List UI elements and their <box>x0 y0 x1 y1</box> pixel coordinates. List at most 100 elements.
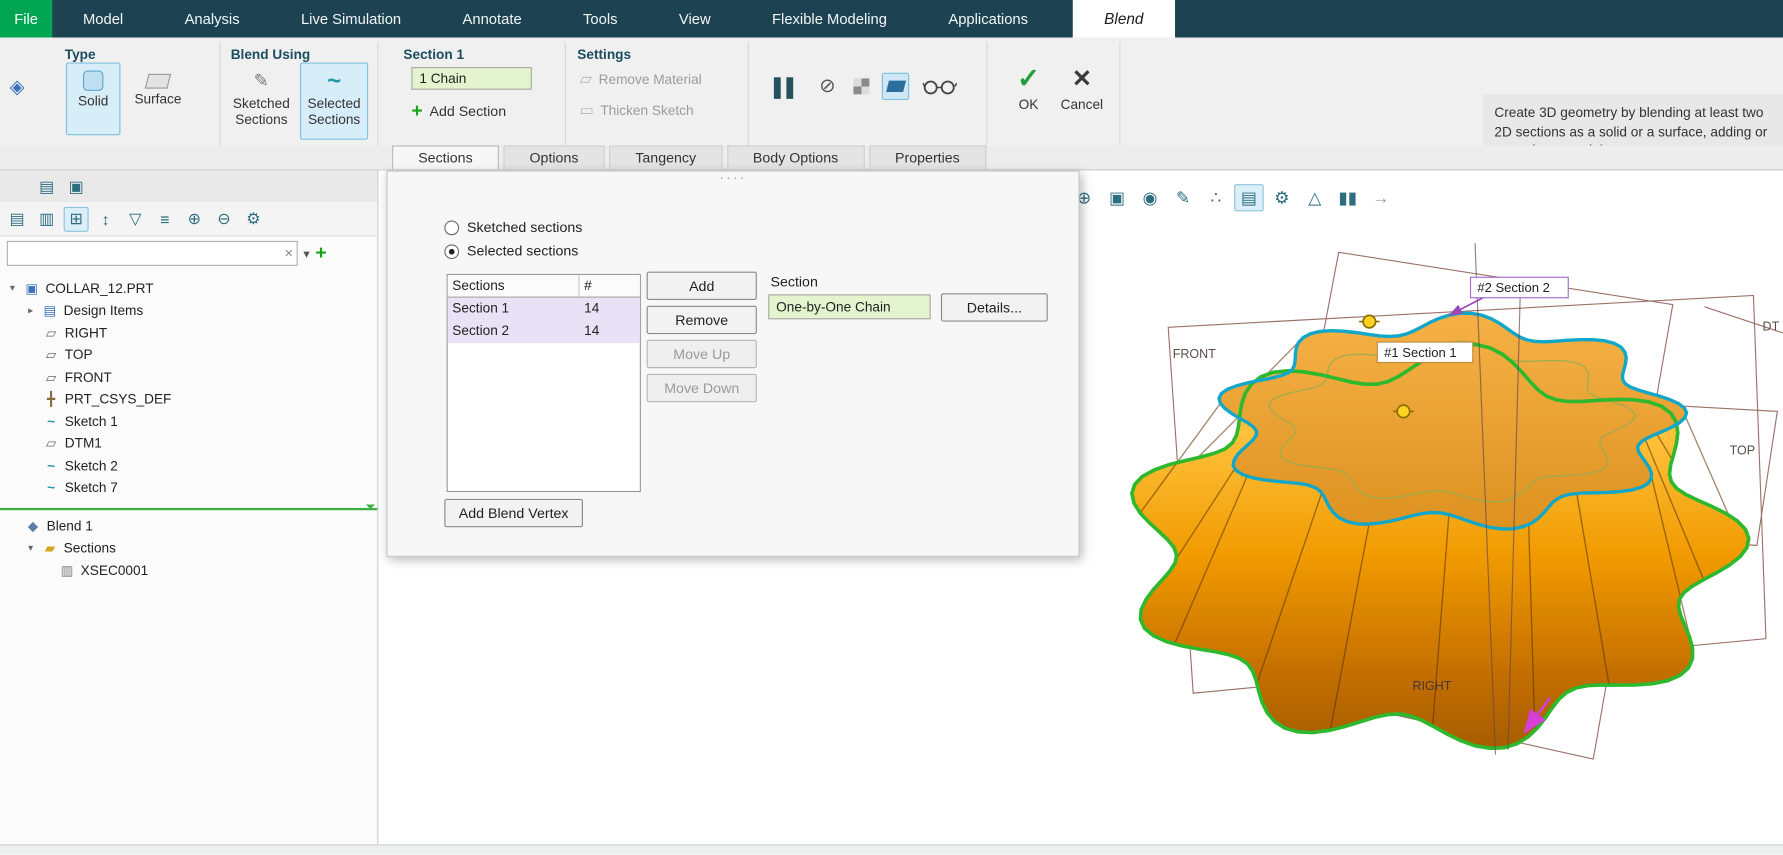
pause-button[interactable] <box>764 69 803 105</box>
section2-start-handle[interactable] <box>1362 314 1377 329</box>
sections-table-header: Sections # <box>447 275 640 298</box>
add-blend-vertex-button[interactable]: Add Blend Vertex <box>444 498 583 528</box>
tree-item-front-plane[interactable]: ▱ FRONT <box>0 366 377 388</box>
tab-options[interactable]: Options <box>503 145 605 170</box>
tree-search-input[interactable] <box>6 240 298 266</box>
sketch-icon: ~ <box>47 413 56 430</box>
tab-properties[interactable]: Properties <box>868 145 986 170</box>
top-plane-label: TOP <box>1730 444 1755 458</box>
sections-table[interactable]: Sections # Section 1 14 Section 2 14 <box>446 273 641 493</box>
capture-icon[interactable]: ▣ <box>1102 184 1132 211</box>
tree-detail-icon[interactable]: ▥ <box>34 206 59 231</box>
tree-item-top-plane[interactable]: ▱ TOP <box>0 344 377 366</box>
navigator-tabs: ▤ ▣ <box>0 170 378 203</box>
tree-layers-icon[interactable]: ≡ <box>152 206 177 231</box>
section2-tag-text: #2 Section 2 <box>1477 280 1550 295</box>
sections-panel[interactable]: ···· Sketched sections Selected sections… <box>386 170 1080 557</box>
chain-collector-field[interactable]: 1 Chain <box>411 67 532 90</box>
section1-start-handle[interactable] <box>1396 404 1411 419</box>
pause-graphics-icon[interactable]: ▮▮ <box>1333 184 1363 211</box>
tree-item-sketch1[interactable]: ~ Sketch 1 <box>0 410 377 432</box>
type-group-label: Type <box>64 46 96 63</box>
search-add-icon[interactable]: + <box>315 242 326 265</box>
table-row-section1[interactable]: Section 1 14 <box>447 297 640 321</box>
remove-button[interactable]: Remove <box>646 305 757 335</box>
tree-sort-icon[interactable]: ↕ <box>93 206 118 231</box>
surface-button[interactable]: Surface <box>127 63 188 136</box>
sketch-display-icon[interactable]: ✎ <box>1168 184 1198 211</box>
notification-icon[interactable]: △ <box>1300 184 1330 211</box>
tab-body-options[interactable]: Body Options <box>726 145 865 170</box>
tree-item-design-items[interactable]: ▸ ▤ Design Items <box>0 299 377 321</box>
no-preview-icon[interactable]: ⊘ <box>814 73 841 100</box>
add-button[interactable]: Add <box>646 271 757 301</box>
blend-ribbon: ◈ Type Solid Surface Blend Using ✎ Sketc… <box>0 37 1783 195</box>
tree-expand-icon[interactable]: ⊕ <box>182 206 207 231</box>
sketched-sections-radio[interactable]: Sketched sections <box>444 219 582 235</box>
attached-preview-icon[interactable] <box>881 72 910 101</box>
search-clear-icon[interactable]: × <box>285 244 294 261</box>
folder-browser-tab-icon[interactable]: ▣ <box>64 174 89 199</box>
selected-sections-button[interactable]: ~ Selected Sections <box>300 62 369 140</box>
file-menu-button[interactable]: File <box>0 0 53 38</box>
tab-blend-active[interactable]: Blend <box>1072 0 1176 38</box>
tree-item-sketch2[interactable]: ~ Sketch 2 <box>0 455 377 477</box>
dtm-plane-label: DT <box>1763 320 1780 334</box>
ok-button[interactable]: ✓ OK <box>1005 63 1053 112</box>
tab-sections[interactable]: Sections <box>392 145 499 170</box>
resume-icon[interactable]: → <box>1366 184 1396 211</box>
move-down-button[interactable]: Move Down <box>646 373 757 403</box>
tab-tools[interactable]: Tools <box>552 0 648 38</box>
mesh-preview-icon[interactable] <box>848 73 875 100</box>
tab-analysis[interactable]: Analysis <box>154 0 270 38</box>
tab-flexible-modeling[interactable]: Flexible Modeling <box>741 0 917 38</box>
tree-item-csys[interactable]: ╋ PRT_CSYS_DEF <box>0 388 377 410</box>
model-tree-tab-icon[interactable]: ▤ <box>34 174 59 199</box>
remove-material-toggle[interactable]: ▱ Remove Material <box>580 69 702 88</box>
details-button[interactable]: Details... <box>940 293 1048 322</box>
settings-group-label: Settings <box>577 46 632 63</box>
datum-display-icon[interactable]: ∴ <box>1201 184 1231 211</box>
solid-button[interactable]: Solid <box>65 62 121 136</box>
tree-item-part[interactable]: ▾ ▣ COLLAR_12.PRT <box>0 277 377 299</box>
dashboard-tabstrip: Sections Options Tangency Body Options P… <box>0 145 1783 171</box>
folder-icon: ▰ <box>44 540 56 556</box>
tab-model[interactable]: Model <box>52 0 154 38</box>
sketched-sections-button[interactable]: ✎ Sketched Sections <box>226 63 296 140</box>
tree-item-sketch7[interactable]: ~ Sketch 7 <box>0 477 377 499</box>
glasses-preview-icon[interactable] <box>920 73 959 100</box>
front-plane-label: FRONT <box>1173 347 1216 361</box>
selected-sections-radio[interactable]: Selected sections <box>444 243 578 259</box>
tree-item-sections-folder[interactable]: ▾ ▰ Sections <box>0 537 377 559</box>
tree-settings-icon[interactable]: ⚙ <box>241 206 266 231</box>
move-up-button[interactable]: Move Up <box>646 339 757 369</box>
view-settings-icon[interactable]: ⚙ <box>1267 184 1297 211</box>
tree-columns-icon[interactable]: ⊞ <box>63 206 89 232</box>
tab-applications[interactable]: Applications <box>918 0 1059 38</box>
tree-item-dtm1[interactable]: ▱ DTM1 <box>0 432 377 454</box>
tab-annotate[interactable]: Annotate <box>432 0 553 38</box>
tree-item-blend1[interactable]: ◆ Blend 1 <box>0 515 377 537</box>
model-tree-panel: ▤ ▣ ▤ ▥ ⊞ ↕ ▽ ≡ ⊕ ⊖ ⚙ × ▾ + ▾ ▣ COLLAR_1… <box>0 170 379 845</box>
chain-type-field[interactable]: One-by-One Chain <box>768 294 931 320</box>
tree-collapse-icon[interactable]: ⊖ <box>211 206 236 231</box>
tab-tangency[interactable]: Tangency <box>609 145 723 170</box>
search-dropdown-icon[interactable]: ▾ <box>303 246 309 261</box>
section-view-icon[interactable]: ▤ <box>1234 184 1264 212</box>
tab-view[interactable]: View <box>648 0 741 38</box>
insertion-locator[interactable] <box>0 504 378 511</box>
section1-tag[interactable]: #1 Section 1 <box>1376 341 1474 364</box>
add-section-button[interactable]: + Add Section <box>411 100 506 123</box>
table-row-section2[interactable]: Section 2 14 <box>447 320 640 344</box>
tree-list-icon[interactable]: ▤ <box>5 206 30 231</box>
tree-item-xsec0001[interactable]: ▥ XSEC0001 <box>0 559 377 581</box>
tree-item-right-plane[interactable]: ▱ RIGHT <box>0 322 377 344</box>
thicken-sketch-toggle[interactable]: ▭ Thicken Sketch <box>580 101 694 119</box>
cancel-button[interactable]: ✕ Cancel <box>1055 63 1110 112</box>
panel-grip-icon[interactable]: ···· <box>388 170 1079 184</box>
section2-tag[interactable]: #2 Section 2 <box>1469 276 1569 299</box>
display-style-icon[interactable]: ◉ <box>1135 184 1165 211</box>
tree-toolbar: ▤ ▥ ⊞ ↕ ▽ ≡ ⊕ ⊖ ⚙ <box>0 202 378 237</box>
tree-filter-icon[interactable]: ▽ <box>123 206 148 231</box>
tab-live-simulation[interactable]: Live Simulation <box>270 0 432 38</box>
